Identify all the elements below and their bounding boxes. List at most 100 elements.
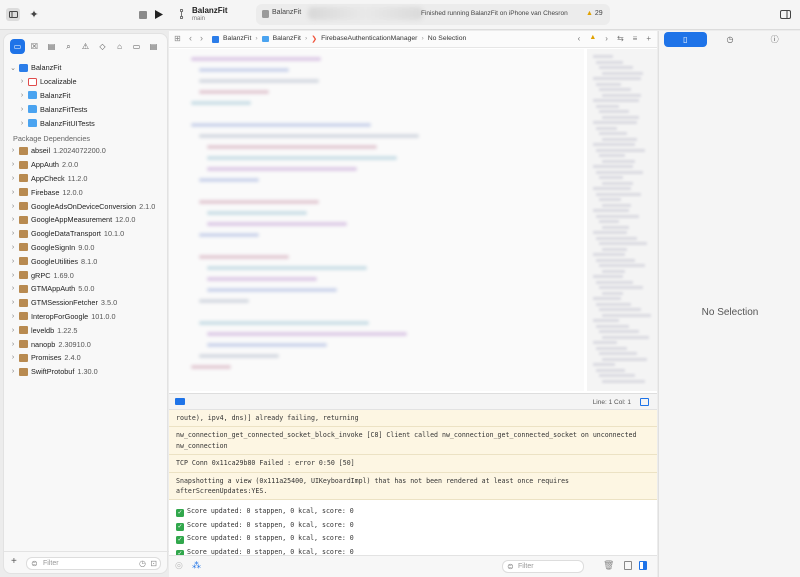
- chevron-right-icon[interactable]: ›: [9, 161, 17, 168]
- package-row[interactable]: › GTMAppAuth 5.0.0: [4, 282, 169, 296]
- chevron-right-icon[interactable]: ›: [9, 285, 17, 292]
- chevron-right-icon[interactable]: ›: [9, 354, 17, 361]
- project-root-row[interactable]: ⌄ BalanzFit: [4, 61, 169, 75]
- add-file-button[interactable]: +: [11, 556, 17, 567]
- chevron-right-icon[interactable]: ›: [9, 341, 17, 348]
- inspector-toggle-button[interactable]: [778, 8, 792, 21]
- chevron-right-icon[interactable]: ›: [18, 78, 26, 85]
- chevron-right-icon[interactable]: ›: [9, 230, 17, 237]
- issue-navigator-tab[interactable]: ⚠: [78, 39, 93, 54]
- related-items-icon[interactable]: ⊞: [174, 34, 181, 43]
- chevron-right-icon[interactable]: ›: [9, 147, 17, 154]
- chevron-right-icon[interactable]: ›: [9, 272, 17, 279]
- breakpoint-navigator-tab[interactable]: ▭: [129, 39, 144, 54]
- package-row[interactable]: › AppCheck 11.2.0: [4, 172, 169, 186]
- navigator-item[interactable]: › BalanzFit: [4, 89, 169, 103]
- recent-files-icon[interactable]: ◷: [139, 559, 146, 568]
- breadcrumb-folder[interactable]: BalanzFit: [273, 35, 301, 43]
- chevron-right-icon[interactable]: ›: [9, 244, 17, 251]
- document-icon: ▯: [683, 35, 688, 44]
- code-text-area[interactable]: [169, 49, 584, 391]
- sidebar-toggle-button[interactable]: [6, 8, 20, 21]
- filter-placeholder: Filter: [43, 560, 59, 567]
- run-destination[interactable]: BalanzFit: [272, 9, 301, 16]
- package-row[interactable]: › InteropForGoogle 101.0.0: [4, 310, 169, 324]
- modified-files-icon[interactable]: ⊡: [150, 559, 157, 568]
- package-row[interactable]: › GoogleDataTransport 10.1.0: [4, 227, 169, 241]
- ai-assistant-button[interactable]: ✦: [27, 7, 41, 21]
- back-button[interactable]: ‹: [189, 33, 192, 43]
- code-review-icon[interactable]: ⇆: [617, 34, 624, 43]
- breakpoints-toggle-icon[interactable]: [175, 398, 185, 405]
- navigator-item[interactable]: › BalanzFitUITests: [4, 116, 169, 130]
- minimap[interactable]: [587, 49, 657, 391]
- chevron-right-icon[interactable]: ›: [9, 258, 17, 265]
- breadcrumb-file[interactable]: FirebaseAuthenticationManager: [321, 35, 417, 43]
- chevron-right-icon[interactable]: ›: [18, 106, 26, 113]
- redacted-code-line: [199, 255, 289, 259]
- trash-icon[interactable]: 🗑: [603, 560, 614, 571]
- debug-area-toggle-icon[interactable]: [640, 398, 649, 406]
- package-row[interactable]: › gRPC 1.69.0: [4, 268, 169, 282]
- package-row[interactable]: › Promises 2.4.0: [4, 351, 169, 365]
- package-row[interactable]: › GoogleUtilities 8.1.0: [4, 254, 169, 268]
- chevron-right-icon[interactable]: ›: [18, 120, 26, 127]
- package-name: gRPC: [31, 270, 51, 280]
- breadcrumb-project[interactable]: BalanzFit: [223, 35, 251, 43]
- package-row[interactable]: › Firebase 12.0.0: [4, 185, 169, 199]
- package-row[interactable]: › SwiftProtobuf 1.30.0: [4, 365, 169, 379]
- navigator-item[interactable]: › BalanzFitTests: [4, 102, 169, 116]
- issue-nav-next-icon[interactable]: ›: [605, 34, 608, 43]
- navigator-filter-field[interactable]: ⊜ Filter ◷ ⊡: [26, 557, 161, 570]
- issue-nav-prev-icon[interactable]: ‹: [578, 34, 581, 43]
- editor-options-icon[interactable]: ≡: [633, 34, 638, 43]
- source-control-tab[interactable]: ☒: [27, 39, 42, 54]
- run-button[interactable]: [153, 8, 164, 20]
- jump-bar-controls: ‹ ▲ › ⇆ ≡ +: [578, 34, 651, 43]
- package-row[interactable]: › GoogleSignIn 9.0.0: [4, 241, 169, 255]
- package-row[interactable]: › GTMSessionFetcher 3.5.0: [4, 296, 169, 310]
- scheme-selector[interactable]: BalanzFit main: [180, 5, 250, 25]
- chevron-down-icon[interactable]: ⌄: [9, 64, 17, 72]
- stop-button[interactable]: [137, 9, 148, 20]
- minimap-line: [596, 126, 617, 130]
- chevron-right-icon[interactable]: ›: [9, 327, 17, 334]
- test-navigator-tab[interactable]: ◇: [95, 39, 110, 54]
- package-row[interactable]: › GoogleAdsOnDeviceConversion 2.1.0: [4, 199, 169, 213]
- quick-help-tab[interactable]: ⓘ: [753, 32, 796, 47]
- symbol-navigator-tab[interactable]: ▤: [44, 39, 59, 54]
- activity-status-bar[interactable]: BalanzFit Finished running BalanzFit on …: [256, 4, 610, 25]
- chevron-right-icon[interactable]: ›: [9, 313, 17, 320]
- chevron-right-icon[interactable]: ›: [9, 175, 17, 182]
- add-editor-icon[interactable]: +: [646, 34, 651, 43]
- warnings-badge[interactable]: ▲ 29: [586, 10, 603, 17]
- debug-console[interactable]: route), ipv4, dns)] already failing, ret…: [169, 410, 657, 555]
- console-filter-field[interactable]: ⊜ Filter: [502, 560, 584, 573]
- variables-view-toggle-icon[interactable]: [624, 561, 632, 570]
- package-row[interactable]: › nanopb 2.30910.0: [4, 337, 169, 351]
- history-inspector-tab[interactable]: ◷: [709, 32, 752, 47]
- breadcrumb-symbol[interactable]: No Selection: [428, 35, 467, 43]
- chevron-right-icon[interactable]: ›: [9, 189, 17, 196]
- chevron-right-icon[interactable]: ›: [9, 368, 17, 375]
- chevron-right-icon[interactable]: ›: [9, 203, 17, 210]
- chevron-right-icon[interactable]: ›: [9, 216, 17, 223]
- project-navigator-tab[interactable]: ▭: [10, 39, 25, 54]
- forward-button[interactable]: ›: [200, 33, 203, 43]
- clock-icon: ◷: [726, 35, 734, 44]
- package-row[interactable]: › AppAuth 2.0.0: [4, 158, 169, 172]
- warning-triangle-icon[interactable]: ▲: [589, 34, 596, 43]
- chevron-right-icon[interactable]: ›: [18, 92, 26, 99]
- find-navigator-tab[interactable]: ⌕: [61, 39, 76, 54]
- view-hierarchy-icon[interactable]: ⁂: [192, 560, 201, 571]
- eye-icon[interactable]: ◎: [175, 560, 183, 571]
- report-navigator-tab[interactable]: ▤: [146, 39, 161, 54]
- file-inspector-tab[interactable]: ▯: [664, 32, 707, 47]
- console-view-toggle-icon[interactable]: [639, 561, 647, 570]
- package-row[interactable]: › abseil 1.2024072200.0: [4, 144, 169, 158]
- navigator-item[interactable]: › Localizable: [4, 75, 169, 89]
- debug-navigator-tab[interactable]: ⌂: [112, 39, 127, 54]
- package-row[interactable]: › GoogleAppMeasurement 12.0.0: [4, 213, 169, 227]
- package-row[interactable]: › leveldb 1.22.5: [4, 323, 169, 337]
- chevron-right-icon[interactable]: ›: [9, 299, 17, 306]
